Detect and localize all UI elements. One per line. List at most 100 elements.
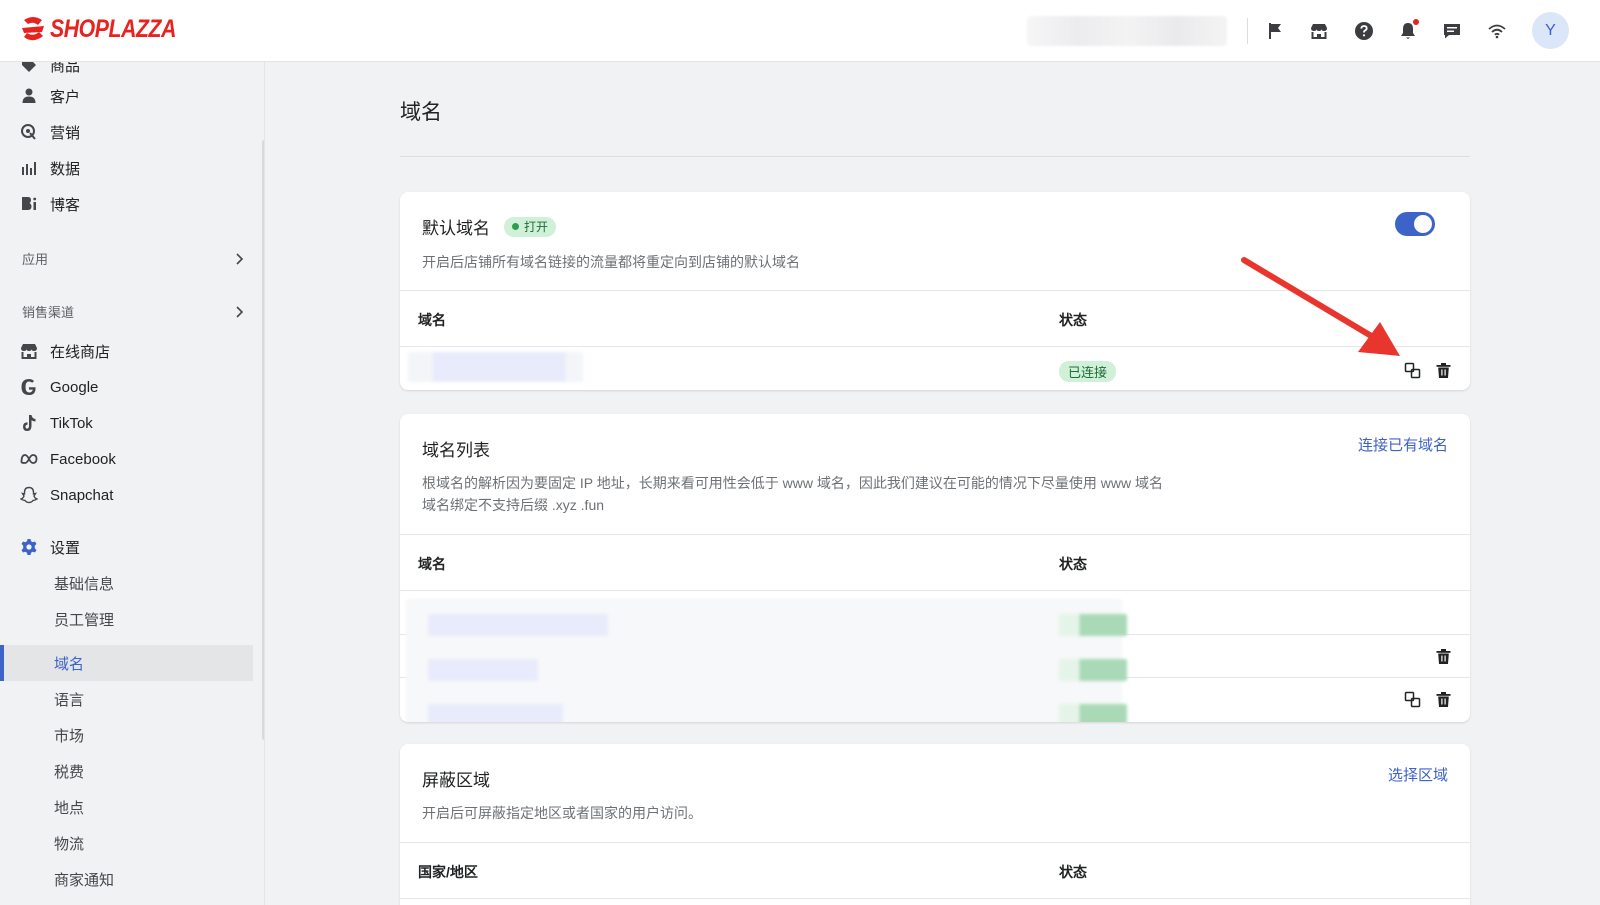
- domain-list-title: 域名列表: [422, 441, 490, 460]
- sidebar-item-label: 数据: [50, 160, 81, 178]
- delete-domain-icon[interactable]: [1433, 689, 1453, 709]
- sidebar-item-google[interactable]: Google: [20, 372, 98, 402]
- sidebar-subitem-languages[interactable]: 语言: [54, 684, 84, 714]
- user-icon: [20, 87, 38, 105]
- table-header: 域名 状态: [400, 534, 1470, 591]
- sidebar-item-label: 商品: [50, 62, 81, 75]
- store-name-redacted[interactable]: [1027, 16, 1227, 46]
- sidebar-item-label: TikTok: [50, 414, 93, 432]
- sidebar-item-label: 博客: [50, 196, 81, 214]
- sidebar-item-blog[interactable]: 博客: [20, 189, 80, 219]
- column-header-status: 状态: [1059, 312, 1087, 328]
- status-badge: 打开: [504, 216, 557, 237]
- sidebar-subitem-basic-info[interactable]: 基础信息: [54, 568, 114, 598]
- section-label: 销售渠道: [22, 305, 75, 320]
- sidebar-item-marketing[interactable]: 营销: [20, 117, 80, 147]
- column-header-status: 状态: [1059, 864, 1087, 880]
- toggle-knob: [1414, 215, 1432, 233]
- column-header-status: 状态: [1059, 556, 1087, 572]
- chevron-right-icon: [236, 252, 244, 265]
- wifi-icon[interactable]: [1484, 18, 1510, 44]
- sidebar-subitem-shipping[interactable]: 物流: [54, 828, 84, 858]
- store-icon: [20, 342, 38, 360]
- sidebar-scrollbar[interactable]: [262, 140, 264, 740]
- status-redacted: [1059, 659, 1127, 681]
- sidebar-item-label: 客户: [50, 88, 81, 106]
- bell-icon[interactable]: [1395, 18, 1421, 44]
- sidebar-item-customers[interactable]: 客户: [20, 81, 80, 111]
- domain-name-redacted[interactable]: [428, 614, 608, 636]
- sidebar: 商品 客户 营销 数据 博客 应用 销售渠道 在线商店 Google TikTo…: [0, 62, 265, 905]
- badge-label: 打开: [524, 220, 549, 234]
- active-item-highlight: [0, 645, 253, 681]
- store-icon[interactable]: [1306, 18, 1332, 44]
- top-bar: SHOPLAZZA Y: [0, 0, 1600, 62]
- connected-status-badge: 已连接: [1059, 361, 1117, 382]
- column-header-domain: 域名: [418, 556, 446, 572]
- shoplazza-logo[interactable]: SHOPLAZZA: [20, 14, 198, 44]
- card-title-text: 默认域名: [422, 219, 490, 238]
- sidebar-item-tiktok[interactable]: TikTok: [20, 408, 93, 438]
- marketing-icon: [20, 123, 38, 141]
- copy-domain-icon[interactable]: [1402, 689, 1422, 709]
- connect-existing-domain-link[interactable]: 连接已有域名: [1358, 434, 1448, 455]
- sidebar-item-label: Google: [50, 378, 99, 396]
- blocked-regions-description: 开启后可屏蔽指定地区或者国家的用户访问。: [422, 805, 702, 821]
- meta-icon: [20, 450, 38, 468]
- gear-icon: [20, 538, 38, 556]
- header-divider: [1247, 18, 1248, 44]
- default-domain-toggle[interactable]: [1395, 212, 1435, 236]
- logo-mark-icon: [22, 17, 44, 41]
- sidebar-subitem-markets[interactable]: 市场: [54, 720, 84, 750]
- sidebar-subitem-domains[interactable]: 域名: [54, 648, 84, 678]
- flag-icon[interactable]: [1262, 18, 1288, 44]
- table-header: 域名 状态: [400, 290, 1470, 347]
- tag-icon: [20, 62, 38, 74]
- sidebar-item-label: 营销: [50, 124, 81, 142]
- domain-name-redacted[interactable]: [428, 704, 563, 722]
- sidebar-item-facebook[interactable]: Facebook: [20, 444, 116, 474]
- sidebar-item-label: Facebook: [50, 450, 116, 468]
- sidebar-item-online-store[interactable]: 在线商店: [20, 336, 110, 366]
- sidebar-item-snapchat[interactable]: Snapchat: [20, 480, 113, 510]
- blog-icon: [20, 195, 38, 213]
- chat-icon[interactable]: [1439, 18, 1465, 44]
- sidebar-section-channels[interactable]: 销售渠道: [22, 302, 244, 321]
- blocked-regions-title: 屏蔽区域: [422, 771, 490, 790]
- domain-list-card: 域名列表 连接已有域名 根域名的解析因为要固定 IP 地址，长期来看可用性会低于…: [400, 414, 1470, 722]
- status-redacted: [1059, 614, 1127, 636]
- sidebar-subitem-locations[interactable]: 地点: [54, 792, 84, 822]
- sidebar-item-settings[interactable]: 设置: [20, 532, 80, 562]
- sidebar-item-analytics[interactable]: 数据: [20, 153, 80, 183]
- domain-name-redacted[interactable]: [408, 352, 583, 382]
- sidebar-item-products[interactable]: 商品: [20, 62, 80, 80]
- page-title: 域名: [400, 101, 442, 124]
- sidebar-subitem-taxes[interactable]: 税费: [54, 756, 84, 786]
- notification-dot: [1413, 19, 1419, 25]
- delete-domain-icon[interactable]: [1433, 360, 1453, 380]
- bar-chart-icon: [20, 159, 38, 177]
- active-item-indicator: [0, 645, 4, 681]
- tiktok-icon: [20, 414, 38, 432]
- user-avatar[interactable]: Y: [1532, 12, 1569, 49]
- delete-domain-icon[interactable]: [1433, 646, 1453, 666]
- chevron-right-icon: [236, 305, 244, 318]
- section-label: 应用: [22, 252, 49, 267]
- help-icon[interactable]: [1351, 18, 1377, 44]
- default-domain-card: 默认域名 打开 开启后店铺所有域名链接的流量都将重定向到店铺的默认域名 域名 状…: [400, 192, 1470, 390]
- status-dot-icon: [512, 223, 519, 230]
- sidebar-item-label: 设置: [50, 539, 81, 557]
- domain-name-redacted[interactable]: [428, 659, 538, 681]
- sidebar-item-label: Snapchat: [50, 486, 114, 504]
- table-header: 国家/地区 状态: [400, 842, 1470, 899]
- select-region-link[interactable]: 选择区域: [1388, 764, 1448, 785]
- google-icon: [20, 378, 38, 396]
- sidebar-item-label: 在线商店: [50, 343, 111, 361]
- sidebar-subitem-notifications[interactable]: 商家通知: [54, 864, 114, 894]
- copy-domain-icon[interactable]: [1402, 360, 1422, 380]
- snapchat-icon: [20, 486, 38, 504]
- sidebar-section-apps[interactable]: 应用: [22, 249, 244, 268]
- status-redacted: [1059, 704, 1127, 722]
- sidebar-subitem-staff[interactable]: 员工管理: [54, 604, 114, 634]
- logo-text: SHOPLAZZA: [50, 14, 177, 43]
